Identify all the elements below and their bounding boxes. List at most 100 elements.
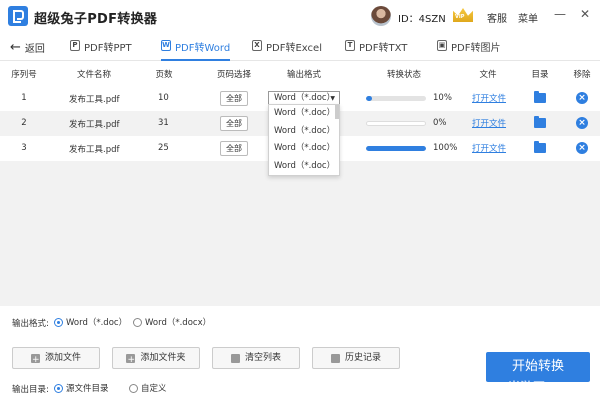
button-label: 添加文件 xyxy=(44,353,81,363)
open-file-link[interactable]: 打开文件 xyxy=(472,142,506,154)
radio-label: 源文件目录 xyxy=(66,384,109,394)
ppt-icon: P xyxy=(70,40,80,51)
vip-text: VIP xyxy=(455,14,465,20)
tab-label: PDF转图片 xyxy=(451,43,501,54)
button-label: 历史记录 xyxy=(344,353,381,363)
col-page-select: 页码选择 xyxy=(216,70,252,80)
radio-checked-icon xyxy=(54,383,63,393)
page-select-button[interactable]: 全部 xyxy=(220,116,248,131)
word-icon: W xyxy=(161,40,171,51)
radio-unchecked-icon xyxy=(133,317,142,327)
dropdown-option[interactable]: Word（*.doc） xyxy=(269,140,339,158)
back-label: 返回 xyxy=(24,44,45,55)
radio-checked-icon xyxy=(54,317,63,327)
tab-bar: ← 返回 P PDF转PPT W PDF转Word X PDF转Excel T … xyxy=(0,33,600,61)
tab-label: PDF转PPT xyxy=(84,43,132,54)
excel-icon: X xyxy=(252,40,262,51)
tab-pdf-to-txt[interactable]: T PDF转TXT xyxy=(345,39,407,61)
add-file-icon xyxy=(30,350,40,370)
progress-bar xyxy=(366,146,426,151)
row-pages: 10 xyxy=(158,93,169,103)
row-pages: 31 xyxy=(158,118,169,128)
button-label: 添加文件夹 xyxy=(140,353,186,363)
progress-fill xyxy=(366,96,372,101)
radio-label: Word（*.doc） xyxy=(66,318,128,328)
row-index: 3 xyxy=(21,143,27,153)
back-button[interactable]: ← 返回 xyxy=(10,39,45,56)
app-logo-icon xyxy=(8,6,28,26)
image-icon: ▣ xyxy=(437,40,447,51)
trash-icon xyxy=(230,353,240,363)
folder-icon[interactable] xyxy=(534,116,546,128)
tab-pdf-to-image[interactable]: ▣ PDF转图片 xyxy=(437,39,500,61)
tab-pdf-to-excel[interactable]: X PDF转Excel xyxy=(252,39,322,61)
row-filename: 发布工具.pdf xyxy=(69,120,120,130)
dropdown-scrollbar[interactable] xyxy=(335,105,339,119)
page-select-button[interactable]: 全部 xyxy=(220,141,248,156)
format-dropdown-list: Word（*.doc） Word（*.doc） Word（*.doc） Word… xyxy=(268,104,340,176)
col-output-format: 输出格式 xyxy=(286,70,322,80)
avatar[interactable] xyxy=(371,6,391,26)
progress-percent: 0% xyxy=(433,118,447,128)
dropdown-option[interactable]: Word（*.doc） xyxy=(269,105,339,123)
remove-icon[interactable]: × xyxy=(576,117,588,129)
col-directory: 目录 xyxy=(531,70,549,80)
folder-icon[interactable] xyxy=(534,141,546,153)
minimize-button[interactable]: — xyxy=(552,6,568,22)
history-icon xyxy=(330,353,340,363)
open-file-link[interactable]: 打开文件 xyxy=(472,117,506,129)
user-id: ID：4SZN xyxy=(398,14,446,25)
radio-unchecked-icon xyxy=(129,383,138,393)
txt-icon: T xyxy=(345,40,355,51)
output-dir-label: 输出目录: xyxy=(12,385,49,395)
row-index: 2 xyxy=(21,118,27,128)
folder-icon[interactable] xyxy=(534,91,546,103)
col-pages: 页数 xyxy=(155,70,173,80)
tab-label: PDF转Word xyxy=(175,43,231,54)
tab-pdf-to-ppt[interactable]: P PDF转PPT xyxy=(70,39,132,61)
tab-label: PDF转Excel xyxy=(266,43,322,54)
dropdown-option[interactable]: Word（*.doc） xyxy=(269,123,339,141)
close-button[interactable]: ✕ xyxy=(577,6,593,22)
row-index: 1 xyxy=(21,93,27,103)
dir-radio-custom[interactable]: 自定义 xyxy=(129,382,167,394)
radio-label: Word（*.docx） xyxy=(145,318,212,328)
remove-icon[interactable]: × xyxy=(576,142,588,154)
page-select-button[interactable]: 全部 xyxy=(220,91,248,106)
add-folder-icon xyxy=(126,350,136,370)
dropdown-option[interactable]: Word（*.doc） xyxy=(269,158,339,176)
progress-percent: 100% xyxy=(433,143,458,153)
add-folder-button[interactable]: 添加文件夹 xyxy=(112,347,200,370)
format-value: Word（*.doc） xyxy=(274,93,336,103)
history-button[interactable]: 历史记录 xyxy=(312,347,400,369)
col-filename: 文件名称 xyxy=(76,70,112,80)
clear-list-button[interactable]: 清空列表 xyxy=(212,347,300,369)
menu-button[interactable]: 菜单 xyxy=(518,10,538,25)
progress-bar xyxy=(366,121,426,126)
watermark: 当游网 xyxy=(508,380,546,394)
dir-radio-source[interactable]: 源文件目录 xyxy=(54,382,109,394)
format-radio-doc[interactable]: Word（*.doc） xyxy=(54,316,127,328)
add-file-button[interactable]: 添加文件 xyxy=(12,347,100,370)
col-remove: 移除 xyxy=(573,70,591,80)
format-radio-docx[interactable]: Word（*.docx） xyxy=(133,316,211,328)
title-bar: 超级兔子PDF转换器 ID：4SZN VIP 客服 菜单 — ✕ xyxy=(0,0,600,33)
row-pages: 25 xyxy=(158,143,169,153)
progress-fill xyxy=(366,146,426,151)
progress-bar xyxy=(366,96,426,101)
remove-icon[interactable]: × xyxy=(576,92,588,104)
button-label: 清空列表 xyxy=(244,353,281,363)
row-filename: 发布工具.pdf xyxy=(69,95,120,105)
tab-pdf-to-word[interactable]: W PDF转Word xyxy=(161,39,231,61)
app-title: 超级兔子PDF转换器 xyxy=(34,12,158,27)
col-index: 序列号 xyxy=(11,70,37,80)
open-file-link[interactable]: 打开文件 xyxy=(472,92,506,104)
service-button[interactable]: 客服 xyxy=(487,10,507,25)
arrow-left-icon: ← xyxy=(10,39,21,55)
table-header: 序列号 文件名称 页数 页码选择 输出格式 转换状态 文件 目录 移除 xyxy=(0,62,600,84)
tab-label: PDF转TXT xyxy=(359,43,408,54)
output-format-label: 输出格式: xyxy=(12,319,49,329)
vip-badge[interactable]: VIP xyxy=(453,8,473,24)
row-filename: 发布工具.pdf xyxy=(69,145,120,155)
col-file: 文件 xyxy=(479,70,497,80)
